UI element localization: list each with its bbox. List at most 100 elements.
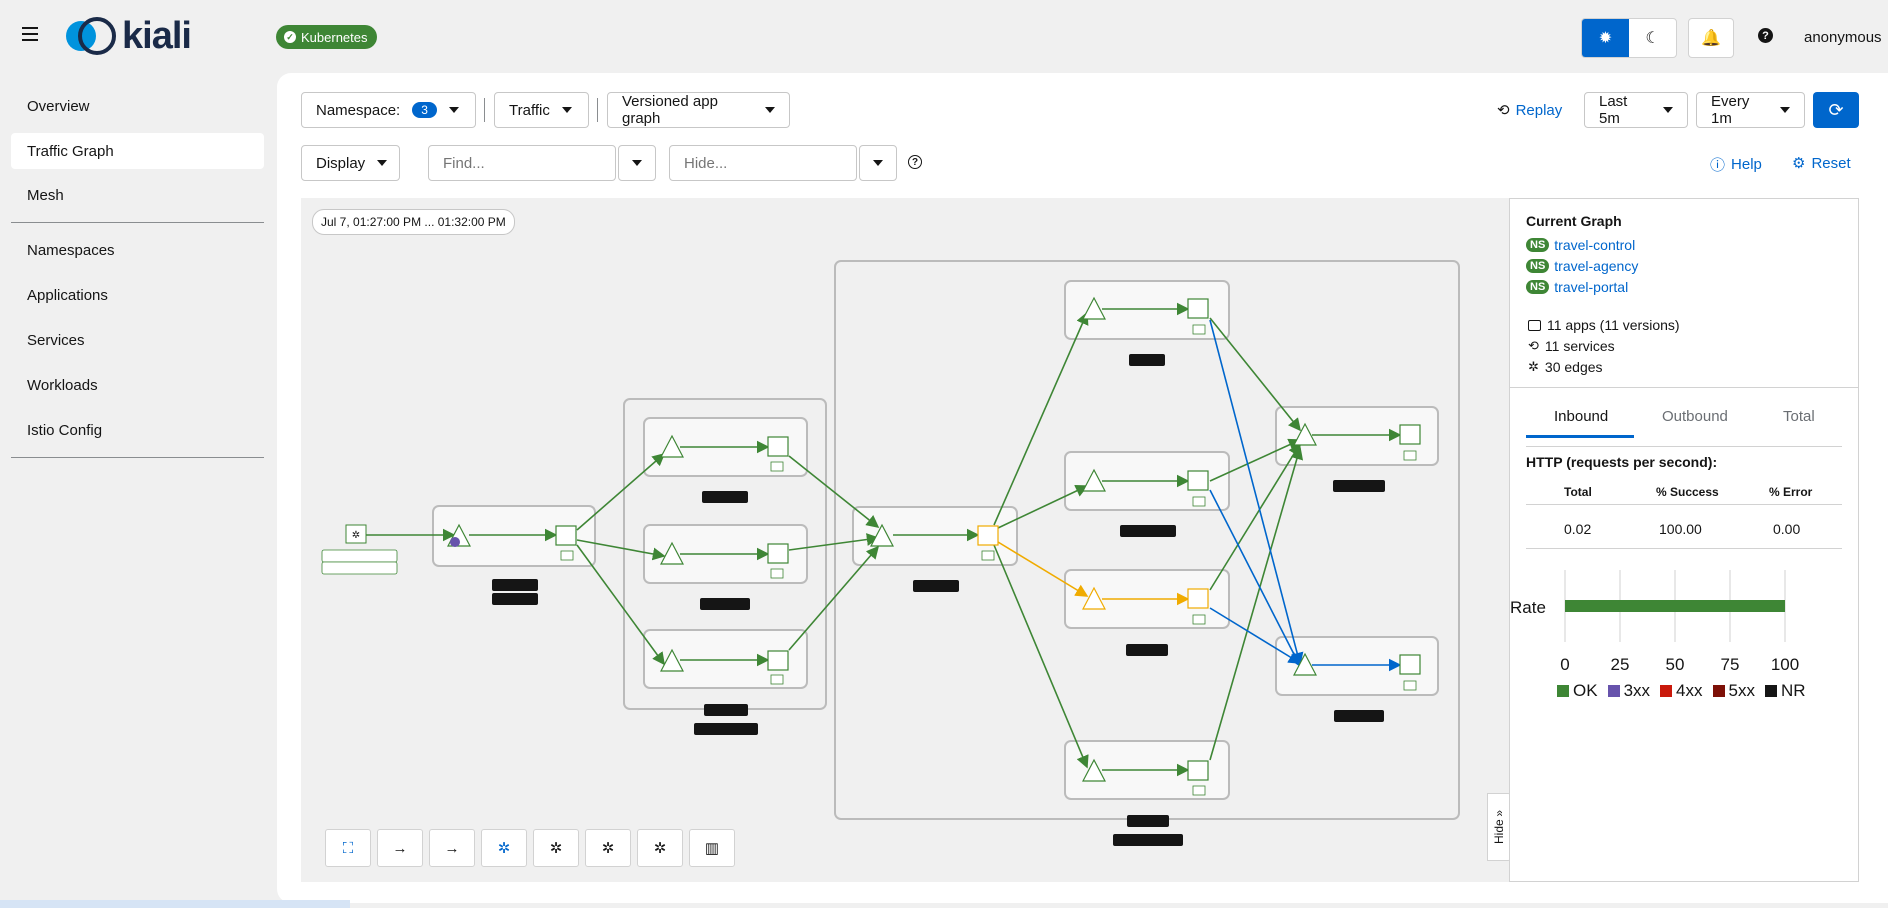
stat-apps: 11 apps (11 versions): [1528, 317, 1680, 333]
duration-dropdown[interactable]: Last 5m: [1584, 92, 1688, 128]
stat-edges: ✲ 30 edges: [1528, 359, 1603, 375]
ns-badge: NS: [1526, 280, 1550, 294]
notifications-bell-icon[interactable]: 🔔: [1688, 18, 1734, 58]
refresh-interval-label: Every 1m: [1711, 93, 1750, 127]
hide-panel-label: Hide: [1492, 819, 1506, 845]
display-dropdown[interactable]: Display: [301, 145, 400, 181]
svg-text:✲: ✲: [352, 530, 360, 541]
sidebar-item-istio-config[interactable]: Istio Config: [11, 412, 264, 448]
namespace-name: travel-portal: [1554, 279, 1629, 295]
legend-label: NR: [1780, 681, 1806, 700]
replay-label: Replay: [1515, 101, 1563, 119]
stat-edges-label: 30 edges: [1544, 359, 1603, 375]
hamburger-menu-icon[interactable]: [22, 27, 38, 41]
help-icon[interactable]: ?: [1758, 28, 1773, 43]
namespace-name: travel-control: [1554, 237, 1636, 253]
refresh-button[interactable]: ⟳: [1813, 92, 1859, 128]
graph-canvas[interactable]: ✲: [301, 198, 1509, 882]
layout-default-icon[interactable]: ✲: [481, 829, 527, 867]
table-value-total: 0.02: [1564, 521, 1592, 537]
question-circle-icon: ⓘ: [1710, 157, 1726, 174]
caret-down-icon: [765, 107, 775, 113]
theme-toggle[interactable]: ✹ ☾: [1581, 18, 1677, 58]
hide-input[interactable]: [669, 145, 857, 181]
sidebar-item-overview[interactable]: Overview: [11, 88, 264, 124]
legend-item-4xx: 4xx: [1660, 681, 1703, 701]
edges-icon: ✲: [1528, 359, 1539, 374]
reset-link[interactable]: ⚙ Reset: [1792, 154, 1851, 173]
sidebar-item-applications[interactable]: Applications: [11, 277, 264, 313]
display-label: Display: [316, 154, 366, 172]
sidebar-item-workloads[interactable]: Workloads: [11, 367, 264, 403]
reset-icon: ⚙: [1792, 155, 1806, 172]
legend-label: OK: [1573, 681, 1598, 700]
legend-item-5xx: 5xx: [1712, 681, 1755, 701]
help-link[interactable]: ⓘ Help: [1710, 154, 1762, 175]
check-icon: ✓: [284, 31, 296, 43]
toolbar-separator: [484, 98, 485, 122]
namespace-dropdown[interactable]: Namespace: 3: [301, 92, 476, 128]
graph-find-help-icon[interactable]: ?: [908, 155, 922, 169]
sidebar-item-services[interactable]: Services: [11, 322, 264, 358]
active-tab-indicator: [1526, 435, 1634, 438]
namespace-label: Namespace:: [316, 101, 401, 119]
traffic-graph-svg[interactable]: ✲: [301, 198, 1509, 882]
replay-button[interactable]: ⟲ Replay: [1497, 101, 1563, 120]
find-options-button[interactable]: [618, 145, 656, 181]
cluster-badge: ✓ Kubernetes: [276, 25, 377, 49]
light-theme-icon[interactable]: ✹: [1582, 19, 1629, 57]
sidebar-item-mesh[interactable]: Mesh: [11, 177, 264, 213]
hide-options-button[interactable]: [859, 145, 897, 181]
ns-badge: NS: [1526, 238, 1550, 252]
fit-to-screen-icon[interactable]: ⛶: [325, 829, 371, 867]
table-header-error: % Error: [1769, 485, 1813, 499]
namespace-link-travel-portal[interactable]: NS travel-portal: [1526, 279, 1628, 295]
layout-3-icon[interactable]: ✲: [637, 829, 683, 867]
help-label: Help: [1731, 156, 1762, 173]
stat-services: ⟲ 11 services: [1528, 338, 1615, 354]
layout-2-icon[interactable]: ✲: [585, 829, 631, 867]
graph-type-dropdown[interactable]: Versioned app graph: [607, 92, 790, 128]
panel-divider: [1509, 387, 1859, 388]
summary-panel: [1509, 198, 1859, 882]
legend-map-icon[interactable]: ▥: [689, 829, 735, 867]
ns-badge: NS: [1526, 259, 1550, 273]
sidebar-divider: [11, 457, 264, 458]
table-header-total: Total: [1564, 485, 1592, 499]
panel-title: Current Graph: [1526, 213, 1622, 229]
user-menu[interactable]: anonymous: [1804, 29, 1882, 46]
zoom-in-icon[interactable]: →: [377, 829, 423, 867]
namespace-link-travel-agency[interactable]: NS travel-agency: [1526, 258, 1638, 274]
legend-swatch: [1660, 685, 1673, 697]
hide-panel-tab[interactable]: Hide »: [1487, 793, 1511, 861]
sidebar-item-namespaces[interactable]: Namespaces: [11, 232, 264, 268]
sidebar-item-traffic-graph[interactable]: Traffic Graph: [11, 133, 264, 169]
sidebar-nav: Overview Traffic Graph Mesh Namespaces A…: [0, 76, 275, 908]
namespace-name: travel-agency: [1554, 258, 1639, 274]
legend-label: 5xx: [1728, 681, 1755, 700]
rate-bar-ok[interactable]: [1565, 600, 1785, 612]
refresh-interval-dropdown[interactable]: Every 1m: [1696, 92, 1805, 128]
traffic-dropdown[interactable]: Traffic: [494, 92, 589, 128]
dark-theme-icon[interactable]: ☾: [1629, 19, 1676, 57]
namespace-link-travel-control[interactable]: NS travel-control: [1526, 237, 1635, 253]
legend-swatch: [1557, 685, 1569, 697]
refresh-icon: ⟳: [1828, 99, 1844, 120]
kiali-logo[interactable]: kiali: [64, 15, 192, 57]
find-input[interactable]: [428, 145, 616, 181]
legend-swatch: [1607, 685, 1620, 697]
duration-label: Last 5m: [1599, 93, 1628, 127]
tab-inbound[interactable]: Inbound: [1554, 408, 1608, 425]
history-icon: ⟲: [1497, 102, 1510, 119]
table-value-success: 100.00: [1659, 521, 1702, 537]
layout-1-icon[interactable]: ✲: [533, 829, 579, 867]
masthead: kiali ✓ Kubernetes ✹ ☾ 🔔 ? anonymous: [0, 0, 1888, 76]
tab-outbound[interactable]: Outbound: [1662, 408, 1728, 425]
zoom-out-icon[interactable]: →: [429, 829, 475, 867]
tab-total[interactable]: Total: [1783, 408, 1815, 425]
legend-swatch: [1712, 685, 1725, 697]
rate-legend: OK 3xx 4xx 5xx NR: [1557, 681, 1806, 701]
rate-category-label: Rate: [1510, 598, 1546, 617]
horizontal-scrollbar[interactable]: [0, 900, 350, 908]
caret-down-icon: [632, 160, 642, 166]
